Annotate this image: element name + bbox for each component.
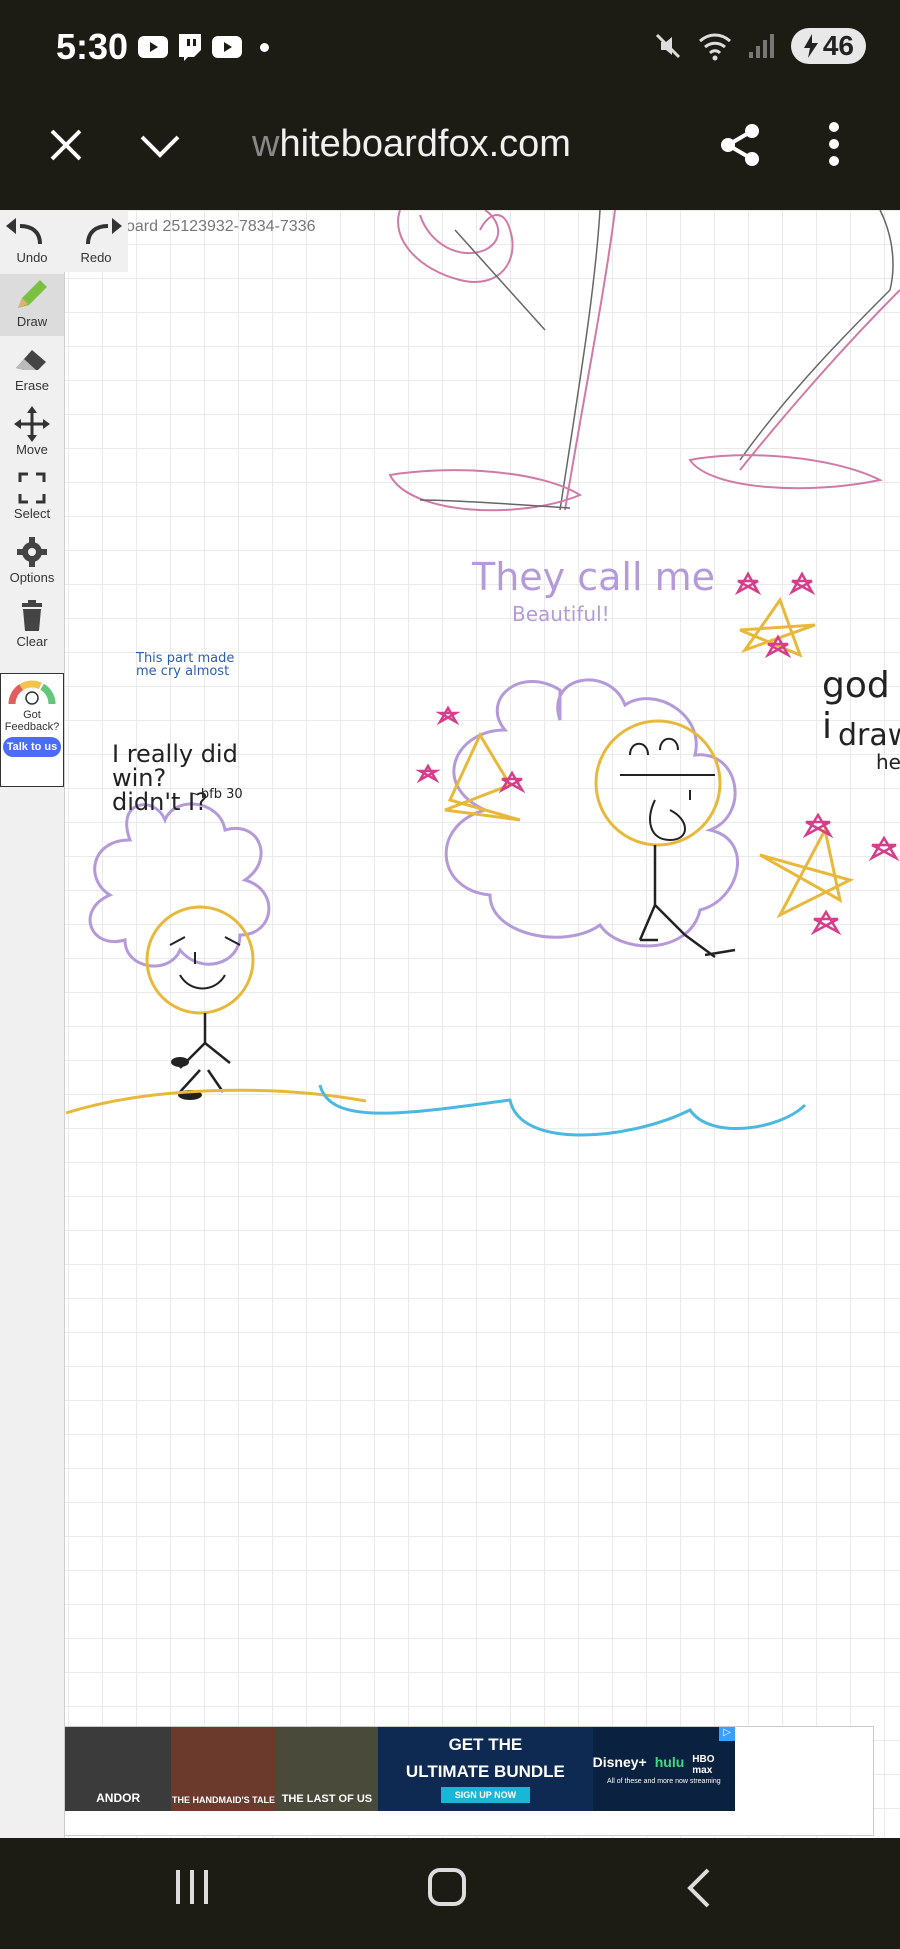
close-icon[interactable] <box>46 125 86 165</box>
charging-bolt-icon <box>803 34 818 58</box>
system-nav-bar <box>0 1838 900 1949</box>
ad-tile-handmaid: THE HANDMAID'S TALE <box>171 1727 276 1811</box>
draw-button[interactable]: Draw <box>0 274 64 336</box>
left-flower-face <box>145 905 255 1015</box>
pink-star-4 <box>734 571 762 596</box>
top-leg-right <box>739 289 900 471</box>
redo-icon <box>86 218 122 245</box>
undo-label: Undo <box>16 250 48 265</box>
select-button[interactable]: Select <box>0 466 64 528</box>
wifi-icon <box>698 33 731 61</box>
ad-brand-hbo: HBO max <box>692 1753 715 1776</box>
undo-icon <box>6 218 42 245</box>
redo-label: Redo <box>80 250 112 265</box>
ground-line <box>65 1088 367 1115</box>
options-button[interactable]: Options <box>0 530 64 592</box>
home-button[interactable] <box>428 1868 466 1906</box>
back-icon[interactable] <box>684 1866 714 1910</box>
feedback-meter-icon <box>8 680 56 705</box>
ad-brand-disney: Disney+ <box>592 1753 647 1770</box>
more-vert-icon[interactable] <box>826 121 842 167</box>
center-stick-body <box>638 845 736 959</box>
status-bar: 5:30 46 <box>0 0 900 95</box>
clear-label: Clear <box>16 634 48 649</box>
ad-tile-lastofus: THE LAST OF US <box>275 1727 379 1811</box>
ad-brand-hulu: hulu <box>654 1753 685 1770</box>
left-flower-petals <box>88 802 271 968</box>
top-foot-left <box>388 469 583 512</box>
select-label: Select <box>13 506 51 521</box>
ad-headline-1: GET THE <box>448 1735 523 1754</box>
move-icon <box>14 406 50 442</box>
url-field[interactable]: whiteboardfox.com <box>252 123 571 166</box>
right-cut-text-3: her <box>876 750 900 774</box>
mute-icon <box>655 33 680 59</box>
options-label: Options <box>9 570 55 585</box>
ad-headline-box: GET THE ULTIMATE BUNDLE SIGN UP NOW <box>378 1727 593 1811</box>
water-line <box>318 1084 807 1137</box>
ad-banner[interactable]: ANDOR THE HANDMAID'S TALE THE LAST OF US… <box>64 1726 874 1836</box>
recents-button[interactable] <box>176 1870 208 1904</box>
redo-button[interactable]: Redo <box>64 210 128 272</box>
status-right: 46 <box>653 28 866 64</box>
youtube-icon <box>212 36 242 58</box>
ad-signup-button[interactable]: SIGN UP NOW <box>440 1787 531 1803</box>
eraser-icon <box>16 350 46 370</box>
right-cut-text-2: draw <box>838 718 900 753</box>
gear-icon <box>17 537 47 567</box>
left-signature: ~bfb 30 <box>190 787 243 802</box>
chevron-down-icon[interactable] <box>138 127 182 163</box>
move-button[interactable]: Move <box>0 402 64 464</box>
url-text: hiteboardfox.com <box>279 123 571 165</box>
pink-star-5 <box>788 571 816 596</box>
center-flower-face <box>594 719 722 847</box>
talk-to-us-button[interactable]: Talk to us <box>3 737 61 757</box>
top-leg-left <box>564 210 616 511</box>
select-icon <box>18 472 46 504</box>
ad-tile-andor: ANDOR <box>65 1727 172 1811</box>
ad-brands: Disney+ hulu HBO max All of these and mo… <box>592 1727 735 1811</box>
pink-star-1 <box>435 705 461 726</box>
ad-headline-2: ULTIMATE BUNDLE <box>405 1762 565 1781</box>
ad-tagline: All of these and more now streaming <box>607 1777 721 1785</box>
ad-creative[interactable]: ANDOR THE HANDMAID'S TALE THE LAST OF US… <box>65 1727 735 1811</box>
ad-choices-icon[interactable]: ▷ <box>719 1727 735 1741</box>
url-prefix: w <box>252 123 280 165</box>
clear-button[interactable]: Clear <box>0 594 64 656</box>
whiteboard-canvas[interactable]: oard 25123932-7834-7336 This part made m… <box>0 210 900 1838</box>
pink-star-9 <box>810 909 842 936</box>
status-app-icons <box>138 32 269 62</box>
erase-button[interactable]: Erase <box>0 338 64 400</box>
feedback-widget[interactable]: Got Feedback? Talk to us <box>0 673 64 787</box>
signal-icon <box>748 34 774 58</box>
status-time: 5:30 <box>56 26 129 67</box>
pink-star-2 <box>415 763 441 784</box>
dot-icon <box>260 42 269 52</box>
left-note-big: I really did win? didn't I? <box>112 740 238 816</box>
browser-toolbar: whiteboardfox.com <box>0 95 900 210</box>
move-label: Move <box>16 442 48 457</box>
pencil-icon <box>18 280 47 308</box>
pink-star-7 <box>802 812 834 839</box>
top-foot-right <box>688 454 884 490</box>
beautiful-text: Beautiful! <box>512 602 610 626</box>
top-phrase: They call me <box>472 555 716 599</box>
tool-sidebar: Undo Draw Erase Move Select Options Clea… <box>0 210 65 1838</box>
battery-level: 46 <box>822 30 854 61</box>
battery-indicator: 46 <box>790 28 866 64</box>
drawing-layer <box>65 210 900 1137</box>
undo-button[interactable]: Undo <box>0 210 64 272</box>
share-icon[interactable] <box>716 121 764 169</box>
star-right-yellow <box>759 825 855 919</box>
pink-star-8 <box>868 835 900 862</box>
draw-label: Draw <box>16 314 48 329</box>
erase-label: Erase <box>15 378 49 393</box>
trash-icon <box>22 600 42 631</box>
star-top-yellow <box>739 596 816 658</box>
youtube-icon <box>138 36 168 58</box>
left-note-small: This part made me cry almost <box>136 651 235 679</box>
feedback-label: Got Feedback? <box>4 709 60 733</box>
twitch-icon <box>179 34 201 61</box>
left-stick-body <box>179 1013 231 1093</box>
